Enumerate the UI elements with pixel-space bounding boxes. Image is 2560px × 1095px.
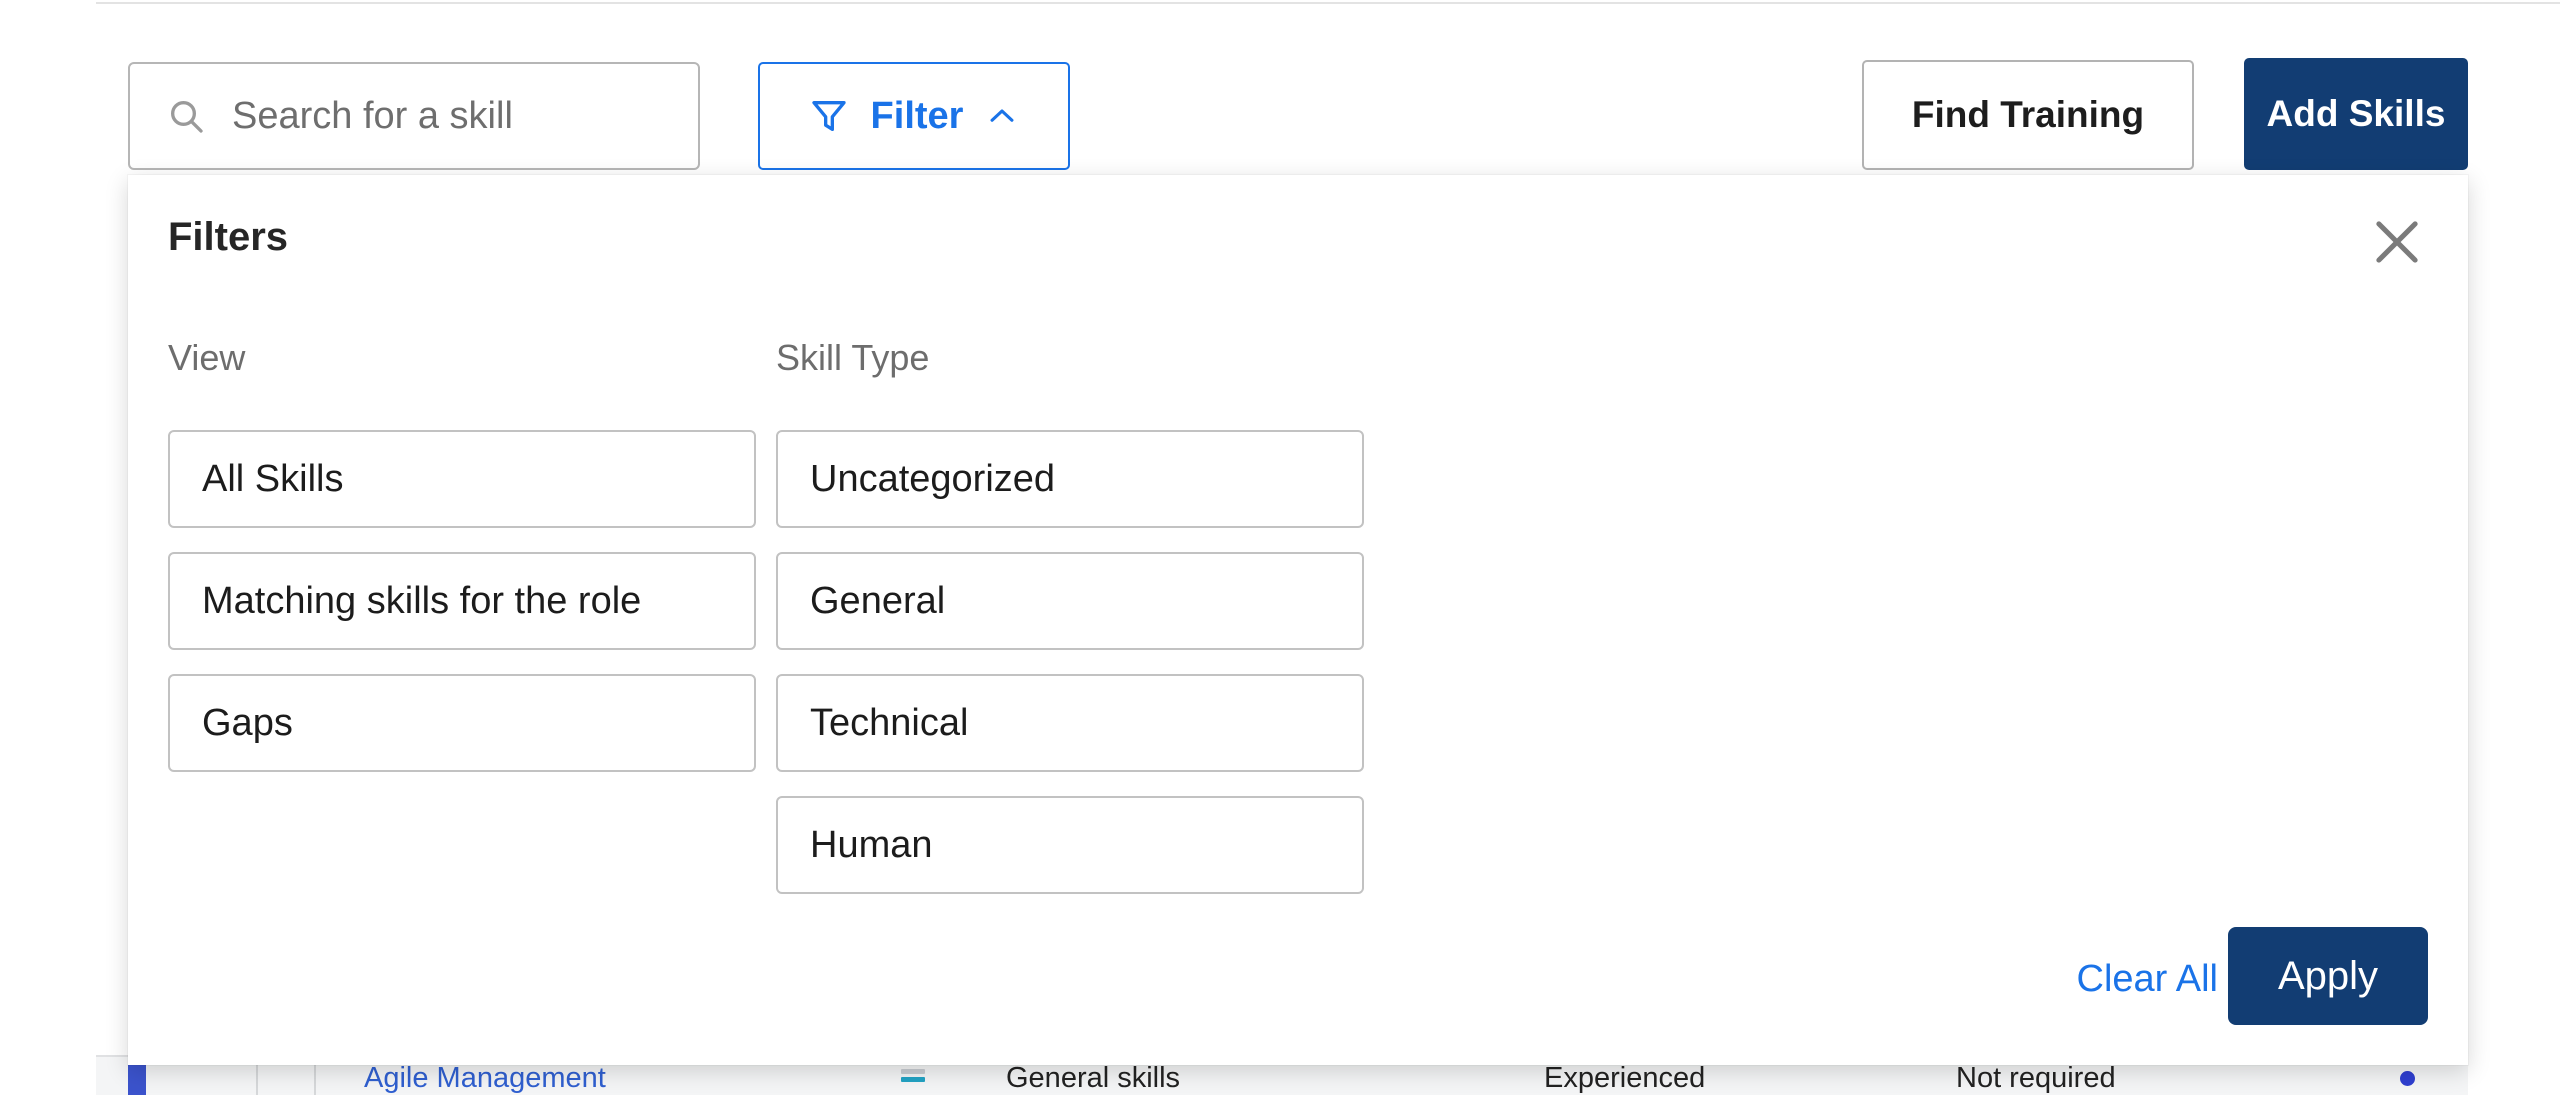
cell-proficiency: Experienced [1544,1062,1706,1094]
filter-option-uncategorized[interactable]: Uncategorized [776,430,1364,528]
cell-requirement: Not required [1956,1062,2116,1094]
filter-option-matching-skills[interactable]: Matching skills for the role [168,552,756,650]
filter-option-technical[interactable]: Technical [776,674,1364,772]
filter-option-gaps[interactable]: Gaps [168,674,756,772]
close-filters-button[interactable] [2368,213,2426,271]
filter-option-human[interactable]: Human [776,796,1364,894]
search-placeholder-text: Search for a skill [232,95,513,137]
app-root: Agile Management General skills Experien… [0,0,2560,1095]
add-skills-button[interactable]: Add Skills [2244,58,2468,170]
filter-group-heading-skill-type: Skill Type [776,337,930,378]
filters-panel-title: Filters [168,215,289,259]
find-training-button[interactable]: Find Training [1862,60,2194,170]
filter-group-heading-view: View [168,337,246,378]
filter-toggle-button[interactable]: Filter [758,62,1070,170]
cell-skill-type: General skills [1006,1062,1181,1094]
skills-toolbar: Search for a skill Filter Find Training … [0,0,2560,175]
blue-dot-icon [2400,1071,2415,1086]
clear-all-button[interactable]: Clear All [2077,960,2219,998]
funnel-icon [811,101,846,131]
search-input[interactable]: Search for a skill [128,62,700,170]
search-icon [171,101,203,133]
filters-panel: Filters View Skill Type All Skills Match… [128,175,2468,1065]
level-bars-icon [901,1069,925,1089]
filter-option-general[interactable]: General [776,552,1364,650]
apply-filters-button[interactable]: Apply [2228,927,2428,1025]
filter-options-view: All Skills Matching skills for the role … [168,430,756,796]
cell-skill-name[interactable]: Agile Management [364,1060,606,1095]
filter-button-label: Filter [870,95,964,137]
filter-options-skill-type: Uncategorized General Technical Human [776,430,1364,918]
chevron-up-icon [990,109,1014,122]
close-icon [2376,221,2418,263]
filter-option-all-skills[interactable]: All Skills [168,430,756,528]
